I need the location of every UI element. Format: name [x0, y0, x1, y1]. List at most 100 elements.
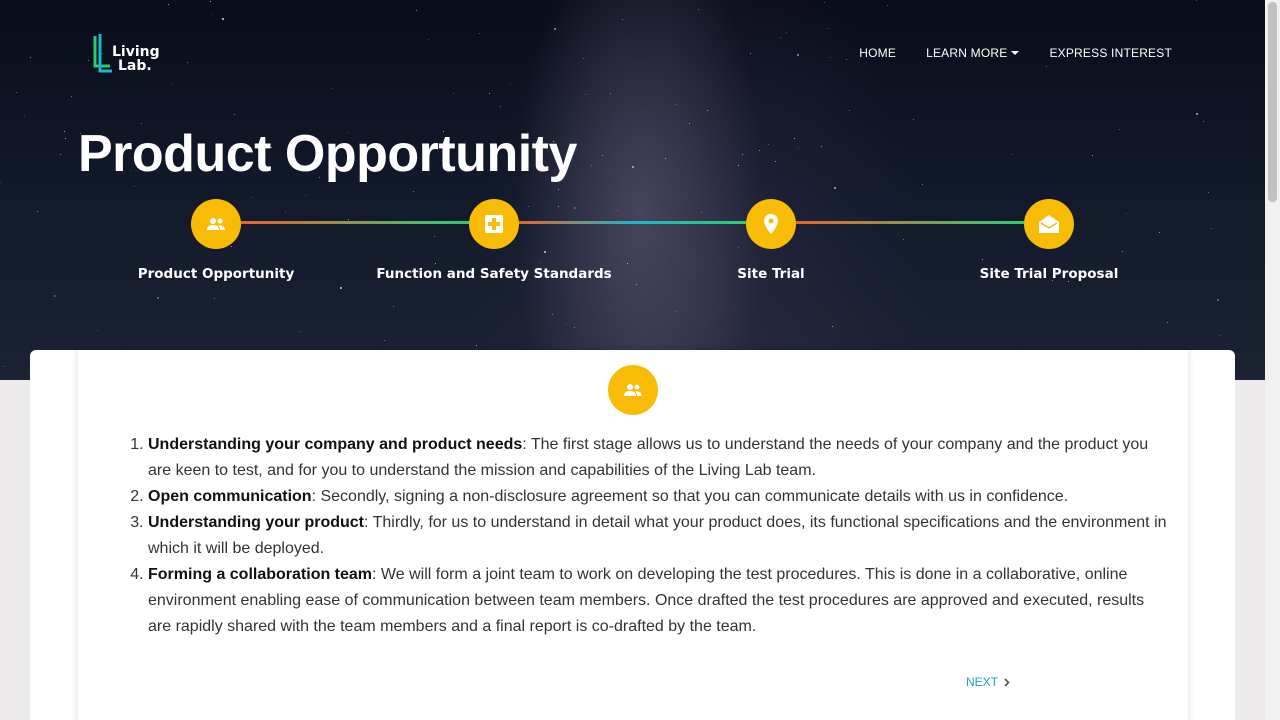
star-dot: [0, 182, 1, 183]
star-dot: [632, 166, 634, 168]
chevron-right-icon: [1004, 677, 1010, 687]
star-dot: [252, 197, 253, 198]
star-dot: [134, 186, 135, 187]
people-icon: [191, 199, 241, 249]
nav-learn-more[interactable]: LEARN MORE: [926, 45, 1020, 61]
star-dot: [622, 19, 623, 20]
page-title: Product Opportunity: [78, 125, 577, 183]
nav-home[interactable]: HOME: [859, 45, 896, 61]
list-item: Forming a collaboration team: We will fo…: [148, 562, 1168, 640]
star-dot: [821, 146, 822, 147]
next-button-label: NEXT: [966, 675, 999, 689]
star-dot: [798, 148, 799, 149]
star-dot: [4, 366, 5, 367]
star-dot: [846, 59, 847, 60]
star-dot: [65, 138, 66, 139]
star-dot: [676, 104, 677, 105]
star-dot: [913, 119, 914, 120]
star-dot: [453, 93, 454, 94]
star-dot: [834, 187, 836, 189]
star-dot: [1203, 121, 1204, 122]
step-product-opportunity[interactable]: Product Opportunity: [86, 199, 346, 282]
step-label: Function and Safety Standards: [376, 266, 612, 282]
star-dot: [510, 83, 511, 84]
star-dot: [60, 154, 61, 155]
star-dot: [168, 4, 169, 5]
star-dot: [768, 144, 769, 145]
star-dot: [780, 37, 781, 38]
star-dot: [738, 165, 739, 166]
star-dot: [585, 94, 586, 95]
star-dot: [1167, 322, 1168, 323]
star-dot: [222, 18, 224, 20]
star-dot: [602, 155, 603, 156]
star-dot: [828, 28, 829, 29]
star-dot: [97, 330, 98, 331]
star-dot: [171, 83, 172, 84]
scrollbar-thumb[interactable]: [1268, 2, 1277, 202]
star-dot: [24, 116, 25, 117]
list-item-title: Understanding your product: [148, 514, 364, 531]
star-dot: [479, 33, 480, 34]
star-dot: [759, 150, 760, 151]
list-item: Understanding your product: Thirdly, for…: [148, 510, 1168, 562]
nav-home-label: HOME: [859, 46, 897, 60]
star-dot: [591, 165, 592, 166]
step-site-trial-proposal[interactable]: Site Trial Proposal: [919, 199, 1179, 282]
step-label: Site Trial Proposal: [979, 266, 1119, 282]
list-item: Open communication: Secondly, signing a …: [148, 484, 1168, 510]
star-dot: [413, 191, 414, 192]
star-dot: [30, 57, 31, 58]
nav-express-interest[interactable]: EXPRESS INTEREST: [1049, 45, 1172, 61]
nav-learn-more-label: LEARN MORE: [926, 46, 1008, 60]
star-dot: [1196, 0, 1197, 1]
stage-list: Understanding your company and product n…: [148, 432, 1168, 640]
star-dot: [1217, 299, 1219, 301]
people-icon: [608, 365, 658, 415]
star-dot: [849, 110, 850, 111]
star-dot: [416, 10, 417, 11]
star-dot: [212, 14, 213, 15]
star-dot: [750, 53, 751, 54]
star-dot: [393, 306, 394, 307]
star-dot: [1046, 66, 1047, 67]
star-dot: [88, 60, 89, 61]
star-dot: [234, 114, 235, 115]
next-button[interactable]: NEXT: [966, 674, 1010, 690]
step-label: Product Opportunity: [137, 266, 295, 282]
star-dot: [489, 93, 490, 94]
star-dot: [689, 123, 690, 124]
star-dot: [476, 345, 477, 346]
star-dot: [824, 2, 825, 3]
caret-down-icon: [1011, 51, 1020, 55]
location-pin-icon: [746, 199, 796, 249]
star-dot: [1092, 155, 1093, 156]
star-dot: [187, 62, 188, 63]
star-dot: [305, 195, 306, 196]
logo-line-1: Living: [112, 44, 160, 60]
star-dot: [428, 39, 429, 40]
star-dot: [583, 58, 584, 59]
star-dot: [558, 189, 559, 190]
medical-plus-icon: [469, 199, 519, 249]
star-dot: [1119, 129, 1120, 130]
step-function-safety-standards[interactable]: Function and Safety Standards: [364, 199, 624, 282]
star-dot: [554, 28, 556, 30]
process-stepper: Product Opportunity Function and Safety …: [0, 199, 1265, 299]
star-dot: [552, 314, 553, 315]
star-dot: [922, 184, 923, 185]
star-dot: [1208, 192, 1209, 193]
star-dot: [775, 161, 776, 162]
star-dot: [64, 131, 65, 132]
nav-express-interest-label: EXPRESS INTEREST: [1049, 46, 1172, 60]
list-item-text: : Secondly, signing a non-disclosure agr…: [311, 488, 1069, 505]
star-dot: [71, 96, 72, 97]
living-lab-logo[interactable]: Living Lab.: [92, 33, 162, 75]
star-dot: [332, 88, 333, 89]
star-dot: [1196, 113, 1198, 115]
list-item-title: Forming a collaboration team: [148, 566, 373, 583]
page-scrollbar[interactable]: [1265, 0, 1280, 720]
star-dot: [1219, 335, 1220, 336]
step-site-trial[interactable]: Site Trial: [641, 199, 901, 282]
star-dot: [742, 154, 743, 155]
